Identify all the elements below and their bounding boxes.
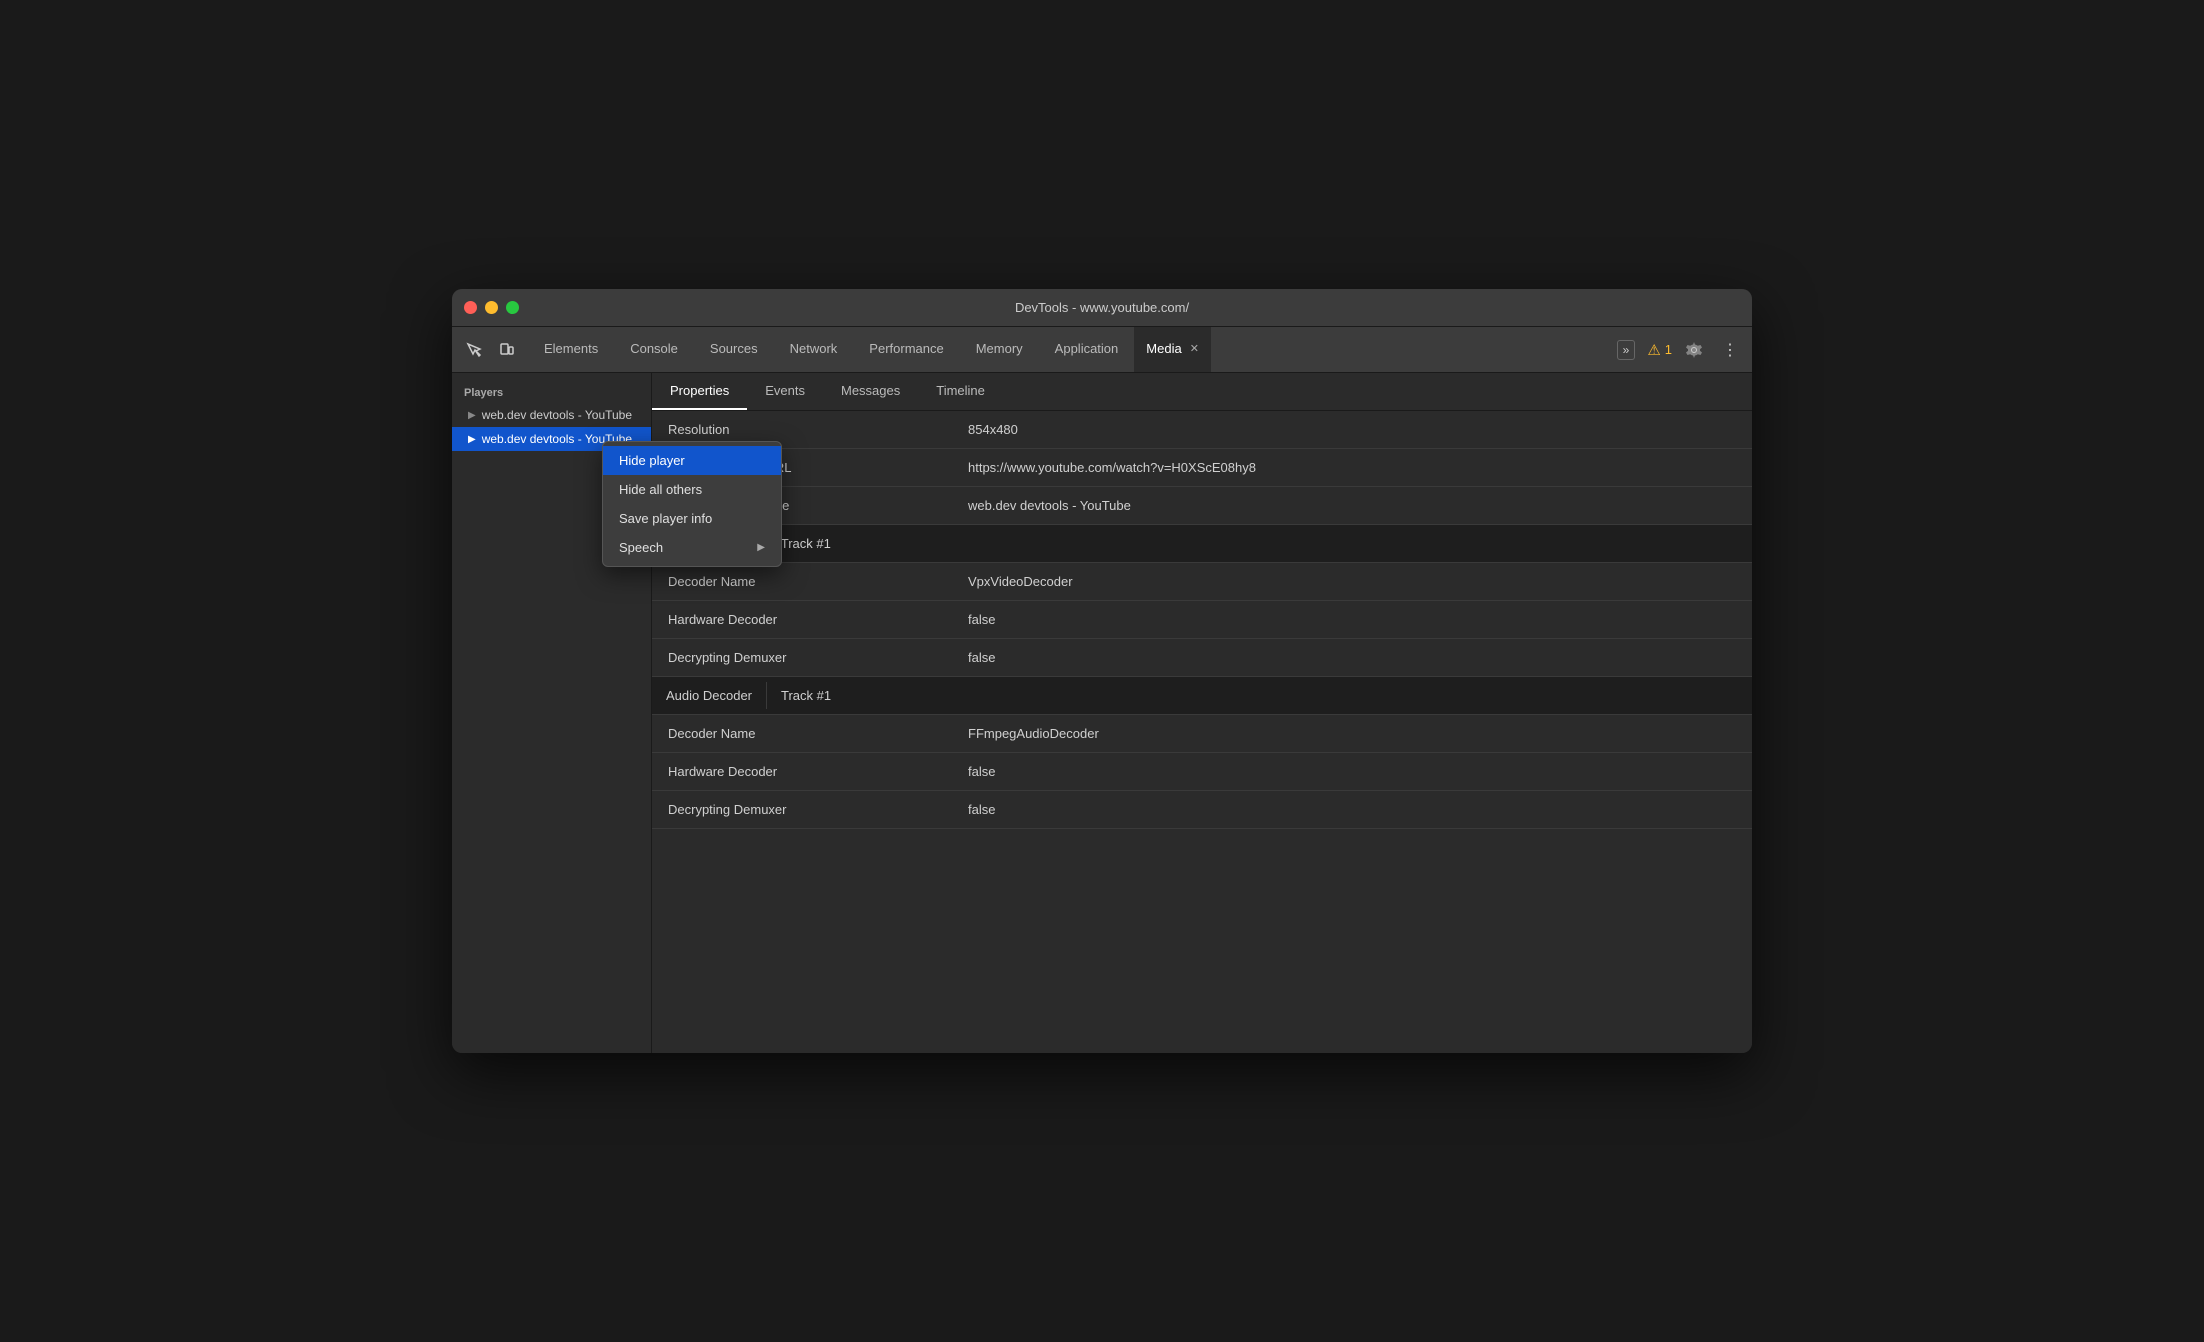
player-1-label: web.dev devtools - YouTube <box>482 408 632 422</box>
device-toolbar-icon[interactable] <box>492 336 520 364</box>
players-label: Players <box>452 381 651 403</box>
sidebar-item-player-1[interactable]: ▶ web.dev devtools - YouTube <box>452 403 651 427</box>
tab-sources[interactable]: Sources <box>694 327 774 372</box>
prop-key-ad-demuxer: Decrypting Demuxer <box>652 794 952 825</box>
toolbar: Elements Console Sources Network Perform… <box>452 327 1752 373</box>
sidebar: Players ▶ web.dev devtools - YouTube ▶ w… <box>452 373 652 1053</box>
tab-messages[interactable]: Messages <box>823 373 918 410</box>
tab-media-close[interactable]: ✕ <box>1190 342 1199 355</box>
prop-key-vd-hardware: Hardware Decoder <box>652 604 952 635</box>
prop-val-resolution: 854x480 <box>952 414 1034 445</box>
arrow-icon-1: ▶ <box>468 410 476 421</box>
minimize-button[interactable] <box>485 301 498 314</box>
prop-row-ad-hardware: Hardware Decoder false <box>652 753 1752 791</box>
arrow-icon-2: ▶ <box>468 434 476 445</box>
context-menu-save-player-info[interactable]: Save player info <box>603 504 781 533</box>
audio-decoder-badge: Audio Decoder <box>652 682 767 709</box>
prop-row-vd-decoder-name: Decoder Name VpxVideoDecoder <box>652 563 1752 601</box>
traffic-lights <box>464 301 519 314</box>
prop-val-playback-url: https://www.youtube.com/watch?v=H0XScE08… <box>952 452 1272 483</box>
warning-count: 1 <box>1665 342 1672 357</box>
tab-application[interactable]: Application <box>1039 327 1135 372</box>
context-menu-hide-all-others[interactable]: Hide all others <box>603 475 781 504</box>
inspect-icon[interactable] <box>460 336 488 364</box>
prop-val-ad-demuxer: false <box>952 794 1011 825</box>
tab-elements[interactable]: Elements <box>528 327 614 372</box>
overflow-menu-icon[interactable]: ⋮ <box>1716 336 1744 364</box>
speech-submenu-arrow: ▶ <box>757 542 765 553</box>
prop-row-ad-decoder-name: Decoder Name FFmpegAudioDecoder <box>652 715 1752 753</box>
tab-timeline[interactable]: Timeline <box>918 373 1003 410</box>
toolbar-icons <box>460 336 520 364</box>
right-panel: Properties Events Messages Timeline Reso… <box>652 373 1752 1053</box>
prop-val-vd-hardware: false <box>952 604 1011 635</box>
prop-row-vd-hardware: Hardware Decoder false <box>652 601 1752 639</box>
warning-badge[interactable]: ⚠ 1 <box>1647 341 1672 359</box>
audio-decoder-track: Track #1 <box>767 682 845 709</box>
title-bar: DevTools - www.youtube.com/ <box>452 289 1752 327</box>
tab-media[interactable]: Media ✕ <box>1134 327 1211 372</box>
window-title: DevTools - www.youtube.com/ <box>1015 300 1189 315</box>
prop-key-vd-demuxer: Decrypting Demuxer <box>652 642 952 673</box>
prop-row-ad-demuxer: Decrypting Demuxer false <box>652 791 1752 829</box>
toolbar-right: » ⚠ 1 ⋮ <box>1613 336 1744 364</box>
warning-icon: ⚠ <box>1647 341 1660 359</box>
properties-table: Resolution 854x480 Playback Frame URL ht… <box>652 411 1752 1053</box>
main-area: Players ▶ web.dev devtools - YouTube ▶ w… <box>452 373 1752 1053</box>
prop-val-ad-decoder-name: FFmpegAudioDecoder <box>952 718 1115 749</box>
prop-row-vd-demuxer: Decrypting Demuxer false <box>652 639 1752 677</box>
tab-network[interactable]: Network <box>774 327 854 372</box>
more-tabs-button[interactable]: » <box>1617 340 1636 360</box>
prop-row-playback-url: Playback Frame URL https://www.youtube.c… <box>652 449 1752 487</box>
context-menu-hide-player[interactable]: Hide player <box>603 446 781 475</box>
tab-properties[interactable]: Properties <box>652 373 747 410</box>
panel-tabs: Properties Events Messages Timeline <box>652 373 1752 411</box>
prop-row-resolution: Resolution 854x480 <box>652 411 1752 449</box>
tab-console[interactable]: Console <box>614 327 694 372</box>
prop-val-playback-title: web.dev devtools - YouTube <box>952 490 1147 521</box>
tab-performance[interactable]: Performance <box>853 327 959 372</box>
tab-events[interactable]: Events <box>747 373 823 410</box>
nav-tabs: Elements Console Sources Network Perform… <box>528 327 1211 372</box>
prop-key-vd-decoder-name: Decoder Name <box>652 566 952 597</box>
prop-val-vd-demuxer: false <box>952 642 1011 673</box>
maximize-button[interactable] <box>506 301 519 314</box>
devtools-window: DevTools - www.youtube.com/ Elements Con… <box>452 289 1752 1053</box>
video-decoder-header: Video Decoder Track #1 <box>652 525 1752 563</box>
prop-key-ad-hardware: Hardware Decoder <box>652 756 952 787</box>
prop-key-ad-decoder-name: Decoder Name <box>652 718 952 749</box>
audio-decoder-header: Audio Decoder Track #1 <box>652 677 1752 715</box>
context-menu: Hide player Hide all others Save player … <box>602 441 782 567</box>
settings-icon[interactable] <box>1680 336 1708 364</box>
prop-row-playback-title: Playback Frame Title web.dev devtools - … <box>652 487 1752 525</box>
close-button[interactable] <box>464 301 477 314</box>
tab-memory[interactable]: Memory <box>960 327 1039 372</box>
context-menu-speech[interactable]: Speech ▶ <box>603 533 781 562</box>
prop-val-ad-hardware: false <box>952 756 1011 787</box>
prop-val-vd-decoder-name: VpxVideoDecoder <box>952 566 1089 597</box>
